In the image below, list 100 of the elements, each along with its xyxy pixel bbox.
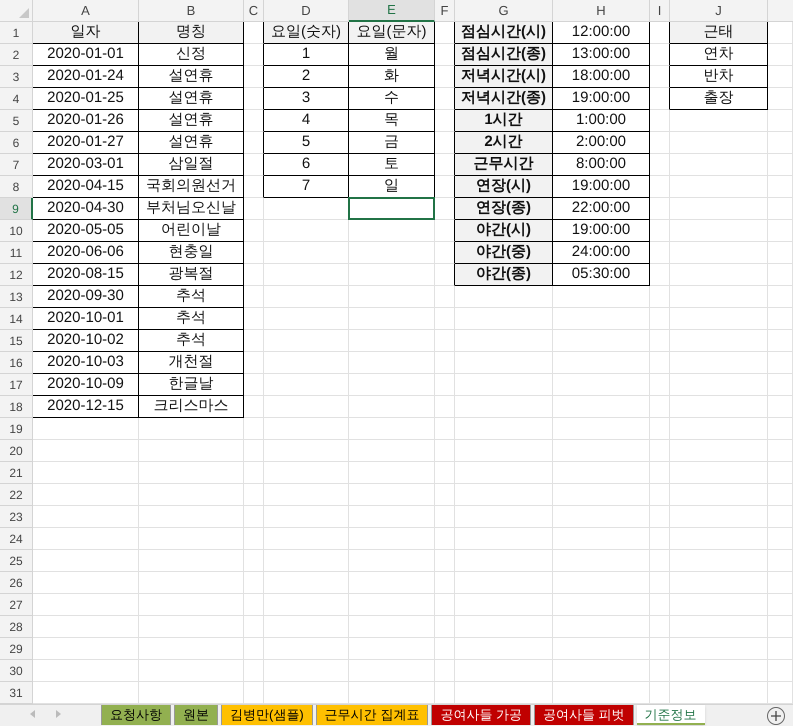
row-header[interactable]: 20: [0, 440, 33, 462]
table-cell: 출장: [670, 88, 768, 110]
row-header[interactable]: 11: [0, 242, 33, 264]
row-header[interactable]: 12: [0, 264, 33, 286]
table-cell: 추석: [139, 330, 244, 352]
empty-cell[interactable]: [244, 66, 264, 88]
column-header[interactable]: I: [650, 0, 670, 22]
row-header[interactable]: 28: [0, 616, 33, 638]
table-cell: 2020-10-09: [33, 374, 139, 396]
table-cell: 크리스마스: [139, 396, 244, 418]
row-header[interactable]: 13: [0, 286, 33, 308]
table-cell: 설연휴: [139, 88, 244, 110]
empty-cell[interactable]: [244, 176, 264, 198]
empty-cell[interactable]: [244, 44, 264, 66]
row-header[interactable]: 7: [0, 154, 33, 176]
row-header[interactable]: 18: [0, 396, 33, 418]
table-cell: 12:00:00: [553, 22, 650, 44]
row-header[interactable]: 2: [0, 44, 33, 66]
table-cell: 19:00:00: [553, 176, 650, 198]
row-header[interactable]: 29: [0, 638, 33, 660]
empty-cell[interactable]: [244, 132, 264, 154]
column-header[interactable]: B: [139, 0, 244, 22]
table-cell: 광복절: [139, 264, 244, 286]
select-all-corner[interactable]: [0, 0, 33, 22]
row-header[interactable]: 30: [0, 660, 33, 682]
empty-cell[interactable]: [650, 66, 670, 88]
empty-cell[interactable]: [244, 110, 264, 132]
row-header[interactable]: 1: [0, 22, 33, 44]
table-cell: 수: [349, 88, 435, 110]
table-cell: 토: [349, 154, 435, 176]
table-cell: 2020-03-01: [33, 154, 139, 176]
column-header[interactable]: C: [244, 0, 264, 22]
table-cell: 19:00:00: [553, 88, 650, 110]
row-header[interactable]: 4: [0, 88, 33, 110]
empty-cell[interactable]: [650, 44, 670, 66]
table-cell: 일자: [33, 22, 139, 44]
sheet-tab[interactable]: 기준정보: [636, 705, 705, 725]
column-header[interactable]: J: [670, 0, 768, 22]
row-header[interactable]: 10: [0, 220, 33, 242]
table-cell: 명칭: [139, 22, 244, 44]
table-cell: 8:00:00: [553, 154, 650, 176]
table-cell: 반차: [670, 66, 768, 88]
column-header[interactable]: F: [435, 0, 455, 22]
column-header[interactable]: A: [33, 0, 139, 22]
table-cell: 6: [264, 154, 349, 176]
table-cell: 개천절: [139, 352, 244, 374]
empty-cell[interactable]: [650, 88, 670, 110]
scroll-left-icon[interactable]: [30, 710, 36, 718]
sheet-tab[interactable]: 공여사들 피벗: [534, 705, 634, 725]
table-cell: 연장(시): [455, 176, 553, 198]
column-header[interactable]: H: [553, 0, 650, 22]
table-cell: 부처님오신날: [139, 198, 244, 220]
table-cell: 24:00:00: [553, 242, 650, 264]
row-header[interactable]: 22: [0, 484, 33, 506]
row-header[interactable]: 17: [0, 374, 33, 396]
table-cell: 야간(시): [455, 220, 553, 242]
scroll-right-icon[interactable]: [55, 710, 62, 718]
row-header[interactable]: 6: [0, 132, 33, 154]
sheet-tab[interactable]: 요청사항: [101, 705, 171, 725]
sheet-tab[interactable]: 근무시간 집계표: [316, 705, 428, 725]
table-cell: 2020-04-30: [33, 198, 139, 220]
row-header[interactable]: 31: [0, 682, 33, 704]
row-header[interactable]: 16: [0, 352, 33, 374]
table-cell: 설연휴: [139, 132, 244, 154]
row-header[interactable]: 26: [0, 572, 33, 594]
table-cell: 연차: [670, 44, 768, 66]
column-header[interactable]: G: [455, 0, 553, 22]
column-header[interactable]: [768, 0, 793, 22]
row-header[interactable]: 19: [0, 418, 33, 440]
table-cell: 연장(종): [455, 198, 553, 220]
sheet-tab[interactable]: 원본: [174, 705, 218, 725]
table-cell: 야간(중): [455, 242, 553, 264]
table-cell: 어린이날: [139, 220, 244, 242]
row-header[interactable]: 8: [0, 176, 33, 198]
row-header[interactable]: 25: [0, 550, 33, 572]
empty-cell[interactable]: [244, 88, 264, 110]
sheet-tab[interactable]: 공여사들 가공: [431, 705, 531, 725]
table-cell: 2020-01-27: [33, 132, 139, 154]
row-header[interactable]: 21: [0, 462, 33, 484]
add-sheet-button[interactable]: [767, 707, 785, 725]
table-cell: 2020-01-01: [33, 44, 139, 66]
row-header[interactable]: 3: [0, 66, 33, 88]
table-cell: 2020-01-25: [33, 88, 139, 110]
row-header[interactable]: 9: [0, 198, 33, 220]
table-cell: 목: [349, 110, 435, 132]
sheet-tab[interactable]: 김병만(샘플): [221, 705, 313, 725]
column-header[interactable]: E: [349, 0, 435, 22]
row-header[interactable]: 27: [0, 594, 33, 616]
table-cell: 18:00:00: [553, 66, 650, 88]
row-header[interactable]: 24: [0, 528, 33, 550]
column-header[interactable]: D: [264, 0, 349, 22]
table-cell: 4: [264, 110, 349, 132]
table-cell: 5: [264, 132, 349, 154]
row-header[interactable]: 14: [0, 308, 33, 330]
row-header[interactable]: 15: [0, 330, 33, 352]
row-header[interactable]: 23: [0, 506, 33, 528]
empty-cell[interactable]: [244, 154, 264, 176]
table-cell: 2020-09-30: [33, 286, 139, 308]
table-cell: 삼일절: [139, 154, 244, 176]
row-header[interactable]: 5: [0, 110, 33, 132]
